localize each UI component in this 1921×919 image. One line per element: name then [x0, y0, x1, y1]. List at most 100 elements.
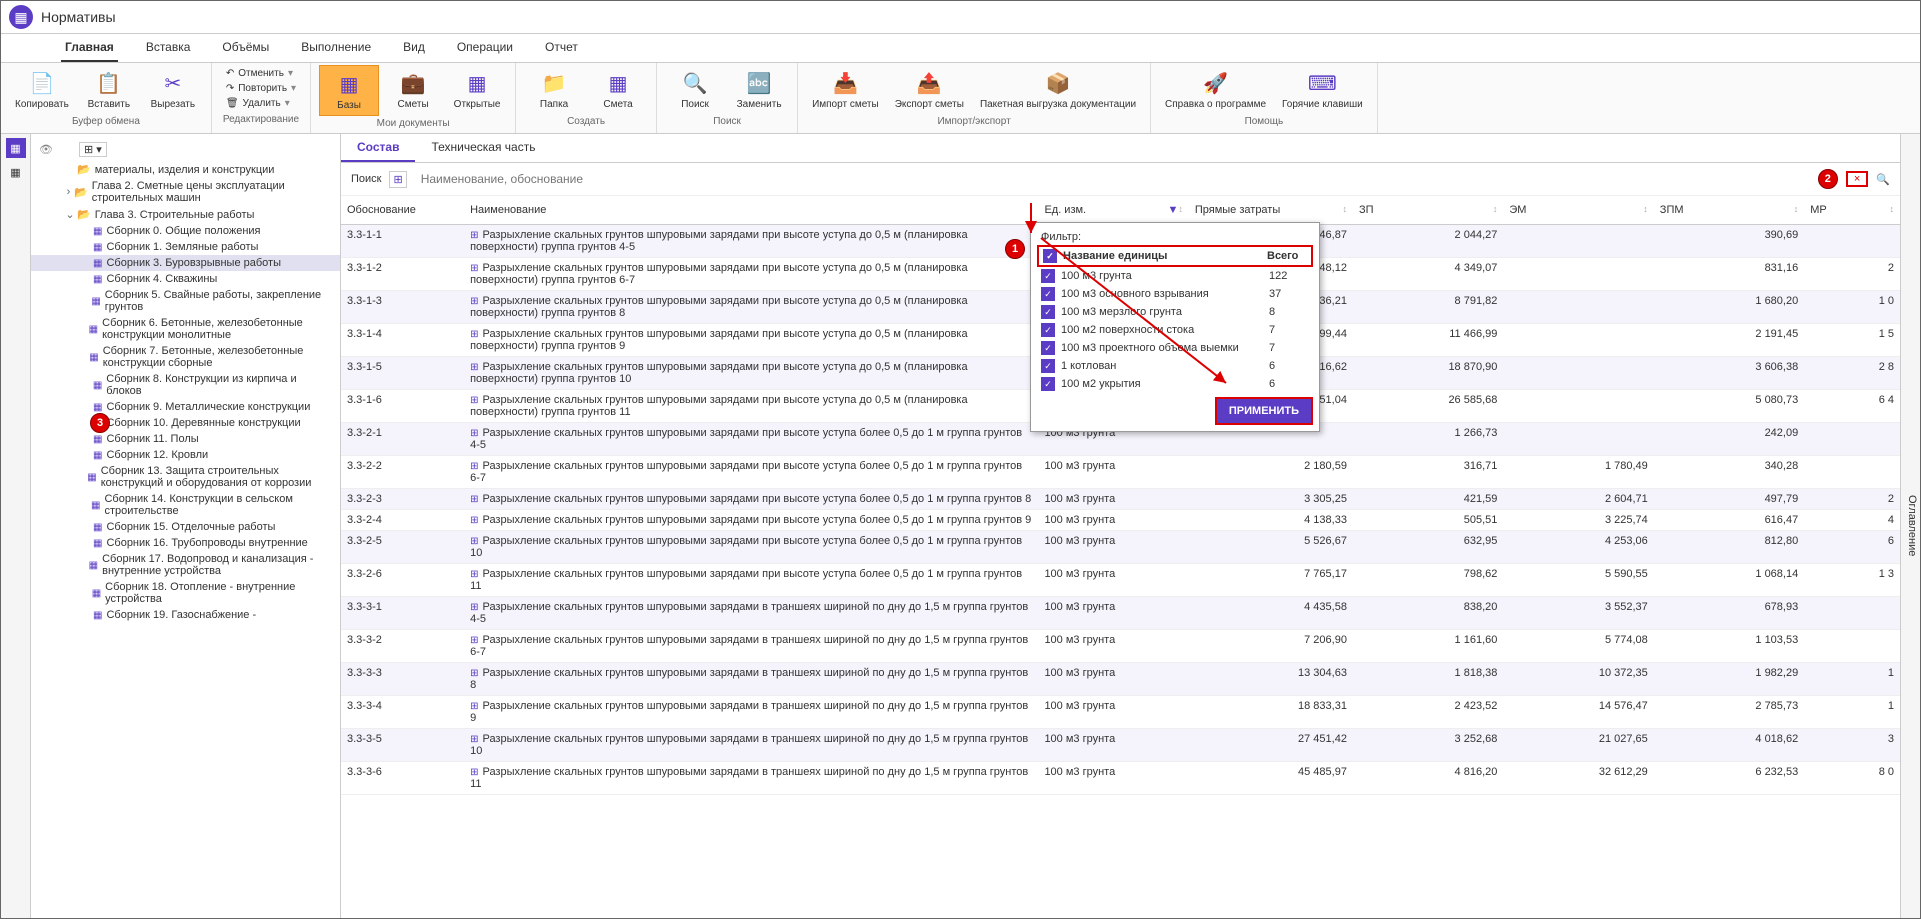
- col-header-6[interactable]: ЗПМ↕: [1654, 196, 1804, 225]
- filter-item-4[interactable]: ✓100 м3 проектного объема выемки7: [1037, 339, 1313, 357]
- col-header-5[interactable]: ЭМ↕: [1503, 196, 1653, 225]
- col-header-4[interactable]: ЗП↕: [1353, 196, 1503, 225]
- tree-node-3[interactable]: ▦Сборник 0. Общие положения: [31, 223, 340, 239]
- ribbon-small-Отменить[interactable]: ↶Отменить ▾: [224, 67, 298, 80]
- rail-view-2-icon[interactable]: ▦: [6, 162, 26, 182]
- ribbon-small-Удалить[interactable]: 🗑Удалить ▾: [224, 97, 298, 110]
- expand-icon[interactable]: ⊞: [470, 230, 478, 241]
- ribbon-btn-Копировать[interactable]: 📄Копировать: [9, 65, 75, 114]
- ribbon-small-Повторить[interactable]: ↷Повторить ▾: [224, 82, 298, 95]
- expand-icon[interactable]: ⊞: [470, 767, 478, 778]
- table-row[interactable]: 3.3-3-1⊞Разрыхление скальных грунтов шпу…: [341, 597, 1900, 630]
- expand-icon[interactable]: ⊞: [470, 515, 478, 526]
- tree-node-10[interactable]: ▦Сборник 8. Конструкции из кирпича и бло…: [31, 371, 340, 399]
- tree-node-12[interactable]: ▦Сборник 10. Деревянные конструкции: [31, 415, 340, 431]
- tree-tool-icon[interactable]: ⊞ ▾: [79, 142, 107, 157]
- ribbon-btn-Пакетная выгрузка документации[interactable]: 📦Пакетная выгрузка документации: [974, 65, 1142, 114]
- filter-checkbox[interactable]: ✓: [1041, 287, 1055, 301]
- col-header-0[interactable]: Обоснование: [341, 196, 464, 225]
- filter-item-0[interactable]: ✓100 м3 грунта122: [1037, 267, 1313, 285]
- tree-node-6[interactable]: ▦Сборник 4. Скважины: [31, 271, 340, 287]
- tree-node-8[interactable]: ▦Сборник 6. Бетонные, железобетонные кон…: [31, 315, 340, 343]
- expand-icon[interactable]: ⊞: [470, 263, 478, 274]
- tree-node-20[interactable]: ▦Сборник 18. Отопление - внутренние устр…: [31, 579, 340, 607]
- tree-node-4[interactable]: ▦Сборник 1. Земляные работы: [31, 239, 340, 255]
- filter-checkbox[interactable]: ✓: [1041, 341, 1055, 355]
- ribbon-btn-Смета[interactable]: ▦Смета: [588, 65, 648, 114]
- filter-item-1[interactable]: ✓100 м3 основного взрывания37: [1037, 285, 1313, 303]
- tree-node-18[interactable]: ▦Сборник 16. Трубопроводы внутренние: [31, 535, 340, 551]
- expand-icon[interactable]: ⊞: [470, 395, 478, 406]
- col-header-2[interactable]: Ед. изм.↕▼: [1038, 196, 1188, 225]
- table-row[interactable]: 3.3-2-4⊞Разрыхление скальных грунтов шпу…: [341, 510, 1900, 531]
- tree-node-1[interactable]: ›📂Глава 2. Сметные цены эксплуатации стр…: [31, 178, 340, 206]
- col-header-1[interactable]: Наименование: [464, 196, 1038, 225]
- tree-node-2[interactable]: ⌄📂Глава 3. Строительные работы: [31, 206, 340, 223]
- tree-node-9[interactable]: ▦Сборник 7. Бетонные, железобетонные кон…: [31, 343, 340, 371]
- table-row[interactable]: 3.3-2-5⊞Разрыхление скальных грунтов шпу…: [341, 531, 1900, 564]
- tree-node-0[interactable]: 📂материалы, изделия и конструкции: [31, 161, 340, 178]
- tree-node-21[interactable]: ▦Сборник 19. Газоснабжение -: [31, 607, 340, 623]
- expand-icon[interactable]: ⊞: [470, 461, 478, 472]
- ribbon-btn-Экспорт сметы[interactable]: 📤Экспорт сметы: [889, 65, 970, 114]
- ribbon-btn-Папка[interactable]: 📁Папка: [524, 65, 584, 114]
- filter-checkbox[interactable]: ✓: [1041, 377, 1055, 391]
- ribbon-btn-Базы[interactable]: ▦Базы: [319, 65, 379, 116]
- filter-checkbox[interactable]: ✓: [1041, 305, 1055, 319]
- expand-icon[interactable]: ⊞: [470, 668, 478, 679]
- expand-icon[interactable]: ⊞: [470, 494, 478, 505]
- search-mode-icon[interactable]: ⊞: [389, 171, 406, 188]
- tree-toggle-eye-icon[interactable]: 👁: [39, 143, 53, 156]
- filter-header-row[interactable]: ✓ Название единицы Всего: [1037, 245, 1313, 267]
- expand-icon[interactable]: ⊞: [470, 602, 478, 613]
- ribbon-btn-Справка о программе[interactable]: 🚀Справка о программе: [1159, 65, 1272, 114]
- tree-node-5[interactable]: ▦Сборник 3. Буровзрывные работы: [31, 255, 340, 271]
- table-row[interactable]: 3.3-3-5⊞Разрыхление скальных грунтов шпу…: [341, 729, 1900, 762]
- table-row[interactable]: 3.3-2-2⊞Разрыхление скальных грунтов шпу…: [341, 456, 1900, 489]
- menu-item-5[interactable]: Операции: [453, 34, 517, 62]
- expand-icon[interactable]: ⊞: [470, 296, 478, 307]
- search-go-icon[interactable]: 🔍: [1876, 173, 1890, 186]
- ribbon-btn-Поиск[interactable]: 🔍Поиск: [665, 65, 725, 114]
- table-row[interactable]: 3.3-2-6⊞Разрыхление скальных грунтов шпу…: [341, 564, 1900, 597]
- filter-checkbox[interactable]: ✓: [1041, 323, 1055, 337]
- filter-apply-button[interactable]: ПРИМЕНИТЬ: [1215, 397, 1313, 425]
- ribbon-btn-Сметы[interactable]: 💼Сметы: [383, 65, 443, 114]
- tree-node-11[interactable]: ▦Сборник 9. Металлические конструкции: [31, 399, 340, 415]
- expand-icon[interactable]: ⊞: [470, 635, 478, 646]
- tab-0[interactable]: Состав: [341, 134, 415, 162]
- filter-item-5[interactable]: ✓1 котлован6: [1037, 357, 1313, 375]
- menu-item-6[interactable]: Отчет: [541, 34, 582, 62]
- tree-node-13[interactable]: ▦Сборник 11. Полы: [31, 431, 340, 447]
- ribbon-btn-Вырезать[interactable]: ✂Вырезать: [143, 65, 203, 114]
- tree-node-16[interactable]: ▦Сборник 14. Конструкции в сельском стро…: [31, 491, 340, 519]
- table-row[interactable]: 3.3-3-3⊞Разрыхление скальных грунтов шпу…: [341, 663, 1900, 696]
- filter-item-2[interactable]: ✓100 м3 мерзлого грунта8: [1037, 303, 1313, 321]
- expand-icon[interactable]: ⊞: [470, 428, 478, 439]
- menu-item-2[interactable]: Объёмы: [218, 34, 273, 62]
- ribbon-btn-Открытые[interactable]: ▦Открытые: [447, 65, 507, 114]
- col-header-7[interactable]: МР↕: [1804, 196, 1900, 225]
- expand-icon[interactable]: ⊞: [470, 701, 478, 712]
- expand-icon[interactable]: ⊞: [470, 569, 478, 580]
- table-row[interactable]: 3.3-2-3⊞Разрыхление скальных грунтов шпу…: [341, 489, 1900, 510]
- ribbon-btn-Заменить[interactable]: 🔤Заменить: [729, 65, 789, 114]
- expand-icon[interactable]: ⊞: [470, 536, 478, 547]
- filter-item-6[interactable]: ✓100 м2 укрытия6: [1037, 375, 1313, 393]
- tree-node-19[interactable]: ▦Сборник 17. Водопровод и канализация - …: [31, 551, 340, 579]
- table-row[interactable]: 3.3-3-4⊞Разрыхление скальных грунтов шпу…: [341, 696, 1900, 729]
- ribbon-btn-Вставить[interactable]: 📋Вставить: [79, 65, 139, 114]
- filter-checkbox[interactable]: ✓: [1041, 359, 1055, 373]
- menu-item-4[interactable]: Вид: [399, 34, 429, 62]
- expand-icon[interactable]: ⊞: [470, 734, 478, 745]
- table-row[interactable]: 3.3-3-6⊞Разрыхление скальных грунтов шпу…: [341, 762, 1900, 795]
- expand-icon[interactable]: ⊞: [470, 329, 478, 340]
- filter-select-all-checkbox[interactable]: ✓: [1043, 249, 1057, 263]
- menu-item-3[interactable]: Выполнение: [297, 34, 375, 62]
- table-row[interactable]: 3.3-3-2⊞Разрыхление скальных грунтов шпу…: [341, 630, 1900, 663]
- search-input[interactable]: [415, 169, 1810, 189]
- search-clear-button[interactable]: ×: [1846, 171, 1868, 187]
- rail-view-1-icon[interactable]: ▦: [6, 138, 26, 158]
- menu-item-1[interactable]: Вставка: [142, 34, 195, 62]
- tree-node-15[interactable]: ▦Сборник 13. Защита строительных констру…: [31, 463, 340, 491]
